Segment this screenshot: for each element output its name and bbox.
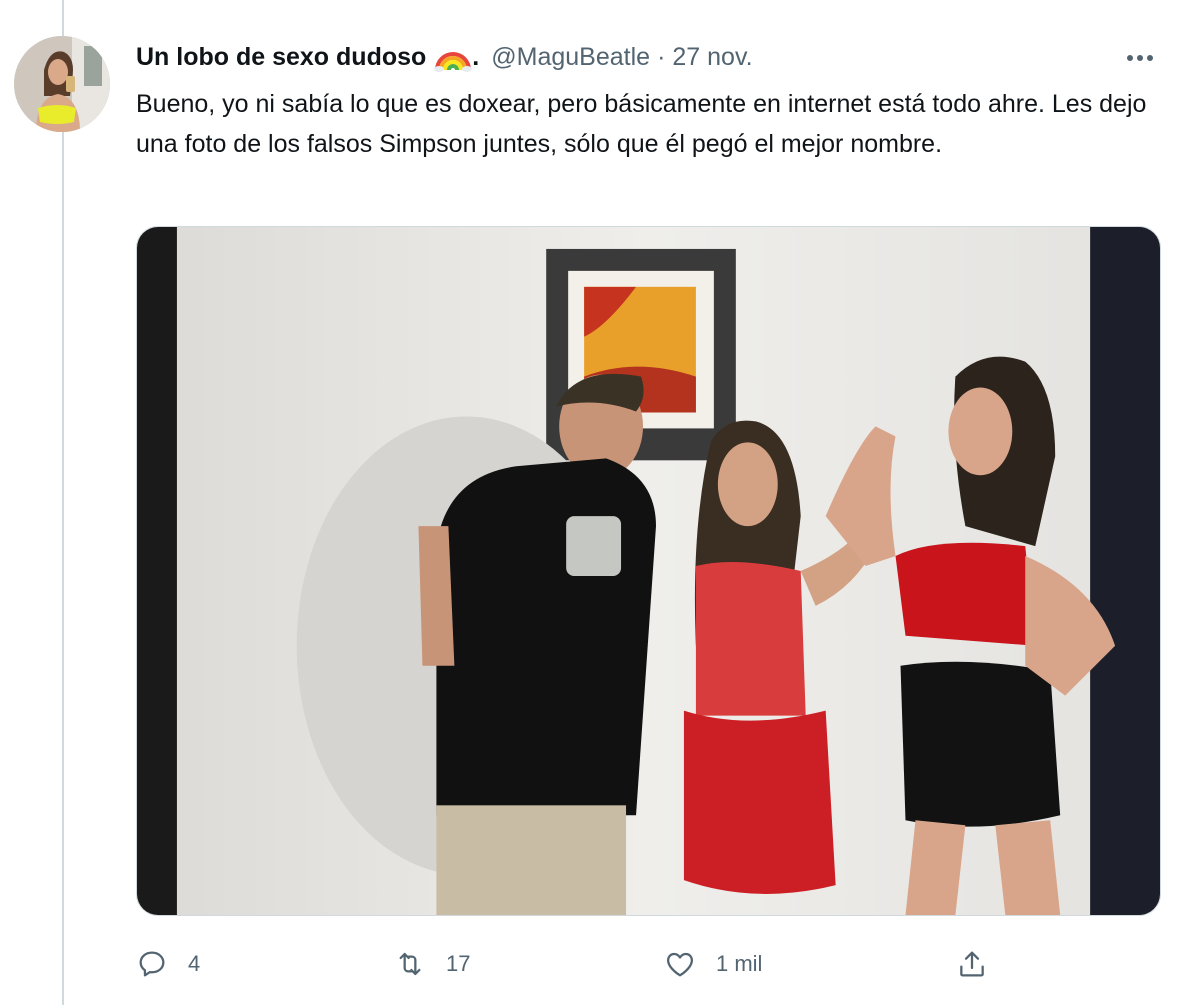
author-handle[interactable]: @MaguBeatle	[491, 43, 650, 72]
author-display-name[interactable]: Un lobo de sexo dudoso	[136, 43, 426, 72]
tweet-photo[interactable]	[136, 226, 1161, 916]
more-dot	[1147, 55, 1153, 61]
like-button[interactable]: 1 mil	[664, 940, 762, 988]
reply-button[interactable]: 4	[136, 940, 200, 988]
tweet-actions-bar: 4 17 1 mil	[136, 940, 1016, 988]
avatar-image	[14, 36, 110, 132]
avatar[interactable]	[14, 36, 110, 132]
more-horizontal-icon	[1127, 55, 1133, 61]
tweet-date[interactable]: 27 nov.	[672, 43, 752, 72]
reply-count: 4	[188, 951, 201, 976]
photo-image	[137, 227, 1160, 915]
tweet-text: Bueno, yo ni sabía lo que es doxear, per…	[136, 90, 1147, 158]
share-button[interactable]	[956, 940, 988, 988]
share-icon	[960, 951, 984, 977]
more-options-button[interactable]	[1118, 44, 1162, 72]
more-dot	[1137, 55, 1143, 61]
heart-icon	[667, 952, 693, 977]
rainbow-emoji-icon	[434, 42, 473, 72]
retweet-count: 17	[446, 951, 471, 976]
like-count: 1 mil	[716, 951, 763, 976]
header-separator: ·	[657, 42, 666, 71]
tweet-header: Un lobo de sexo dudoso . @MaguBeatle · 2…	[136, 40, 753, 74]
retweet-icon	[399, 952, 421, 976]
reply-icon	[139, 951, 165, 977]
name-suffix: .	[472, 42, 480, 71]
retweet-button[interactable]: 17	[394, 940, 470, 988]
thread-connector-line	[62, 0, 64, 1005]
